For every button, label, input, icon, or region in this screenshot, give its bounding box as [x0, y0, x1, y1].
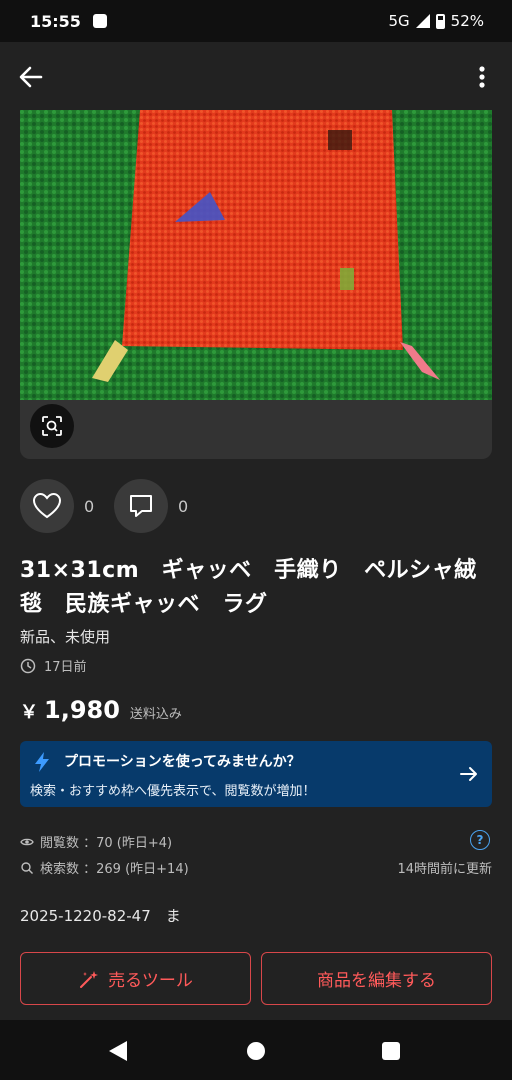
nav-home-icon[interactable]: [247, 1042, 265, 1060]
edit-product-button[interactable]: 商品を編集する: [261, 952, 492, 1005]
image-search-icon: [42, 416, 62, 436]
sell-tool-label: 売るツール: [108, 971, 193, 991]
arrow-left-icon: [19, 66, 43, 88]
more-options-button[interactable]: [470, 62, 494, 92]
product-condition: 新品、未使用: [20, 628, 111, 646]
lightning-icon: [35, 752, 49, 772]
price-row: ￥ 1,980 送料込み: [20, 696, 182, 724]
promo-title: プロモーションを使ってみませんか？: [64, 754, 301, 770]
signal-icon: [415, 14, 430, 28]
views-stat: 閲覧数 ：70 (昨日+4): [20, 832, 172, 851]
heart-icon: [32, 492, 62, 519]
system-nav-bar: [0, 1020, 512, 1080]
sell-tool-button[interactable]: 売るツール: [20, 952, 251, 1005]
price-value: 1,980: [44, 696, 120, 724]
search-icon: [21, 861, 33, 874]
magic-wand-icon: [80, 970, 99, 988]
edit-product-label: 商品を編集する: [317, 971, 436, 991]
nav-recents-icon[interactable]: [382, 1042, 400, 1060]
product-image-card: [20, 110, 492, 459]
product-code: 2025-1220-82-47 ま: [20, 907, 181, 925]
search-text: 検索数 ：269 (昨日+14): [40, 862, 189, 877]
status-time: 15:55: [30, 11, 81, 31]
app-bar: [0, 42, 512, 110]
battery-level: 52%: [450, 12, 484, 30]
battery-icon: [435, 13, 445, 29]
like-button[interactable]: [20, 479, 74, 533]
comment-count: 0: [178, 497, 189, 516]
clock-icon: [20, 658, 36, 673]
nav-back-icon[interactable]: [109, 1041, 127, 1061]
image-search-button[interactable]: [30, 404, 74, 448]
comment-icon: [130, 495, 152, 517]
updated-text: 14時間前に更新: [397, 862, 492, 877]
eye-icon: [20, 838, 34, 845]
search-stat: 検索数 ：269 (昨日+14): [20, 858, 189, 877]
like-count: 0: [84, 497, 95, 516]
price-currency: ￥: [20, 702, 38, 723]
comment-button[interactable]: [114, 479, 168, 533]
product-title: 31×31cm ギャッベ 手織り ペルシャ絨毯 民族ギャッベ ラグ: [20, 558, 477, 617]
shipping-label: 送料込み: [129, 707, 182, 722]
posted-time: 17日前: [20, 656, 87, 675]
help-icon[interactable]: ?: [470, 830, 490, 850]
back-button[interactable]: [16, 62, 46, 92]
views-text: 閲覧数 ：70 (昨日+4): [40, 836, 173, 851]
posted-label: 17日前: [44, 660, 87, 675]
notification-icon: [92, 14, 107, 28]
product-photo[interactable]: [20, 110, 492, 400]
promo-body: 検索・おすすめ枠へ優先表示で、閲覧数が増加！: [30, 784, 316, 799]
network-type: 5G: [388, 12, 410, 30]
status-right: 5G 52%: [388, 12, 484, 30]
status-bar: 15:55 5G 52%: [0, 0, 512, 42]
arrow-right-icon: [460, 767, 477, 781]
more-vert-icon: [479, 66, 485, 88]
promotion-banner[interactable]: プロモーションを使ってみませんか？ 検索・おすすめ枠へ優先表示で、閲覧数が増加！: [20, 741, 492, 807]
